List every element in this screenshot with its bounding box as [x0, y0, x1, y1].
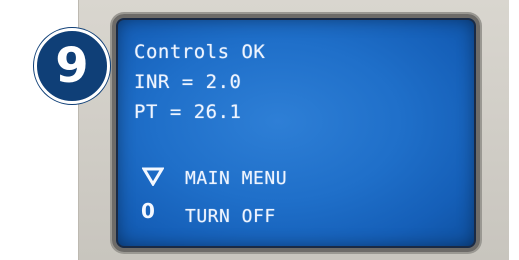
status-line-inr: INR = 2.0: [134, 71, 242, 93]
zero-icon[interactable]: 0: [141, 201, 155, 221]
main-menu-option[interactable]: MAIN MENU: [185, 170, 287, 188]
triangle-down-icon[interactable]: [142, 166, 164, 186]
device-stage: 9 Controls OK INR = 2.0 PT = 26.1 MAIN M…: [0, 0, 519, 260]
step-number-badge: 9: [34, 28, 110, 104]
turn-off-option[interactable]: TURN OFF: [185, 208, 276, 226]
status-line-controls: Controls OK: [134, 41, 266, 63]
status-line-pt: PT = 26.1: [134, 101, 242, 123]
